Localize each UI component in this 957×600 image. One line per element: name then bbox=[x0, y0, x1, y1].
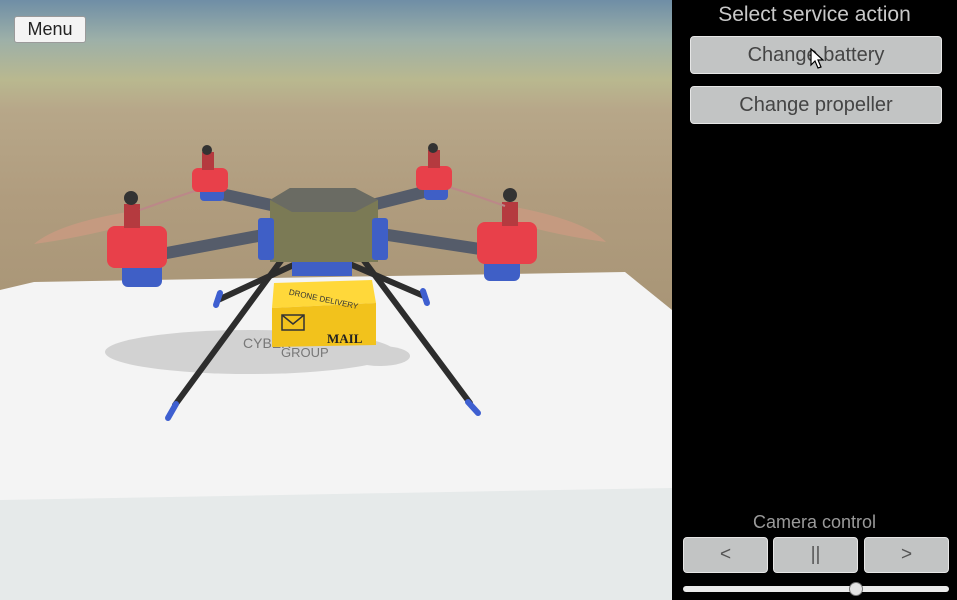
scene-viewport[interactable]: CYBER GROUP MAIL DRONE DELIVERY Menu bbox=[0, 0, 672, 600]
change-propeller-button[interactable]: Change propeller bbox=[690, 86, 942, 124]
camera-prev-button[interactable]: < bbox=[683, 537, 768, 573]
motor-front-right bbox=[444, 185, 606, 281]
motor-front-left bbox=[34, 187, 206, 287]
camera-slider[interactable] bbox=[683, 582, 949, 596]
drone-scene: CYBER GROUP MAIL DRONE DELIVERY bbox=[0, 143, 672, 600]
panel-title: Select service action bbox=[718, 3, 911, 26]
camera-pause-button[interactable]: || bbox=[773, 537, 858, 573]
floor-logo-line2: GROUP bbox=[281, 345, 329, 360]
camera-control-label: Camera control bbox=[752, 512, 877, 532]
service-panel: Select service action Change battery Cha… bbox=[672, 0, 957, 600]
menu-button[interactable]: Menu bbox=[14, 16, 86, 43]
camera-slider-thumb[interactable] bbox=[848, 582, 863, 596]
camera-next-button[interactable]: > bbox=[864, 537, 949, 573]
package-label: MAIL bbox=[327, 331, 363, 346]
mail-package: MAIL DRONE DELIVERY bbox=[272, 280, 376, 347]
mouse-cursor-icon bbox=[810, 48, 824, 69]
motor-back-left bbox=[192, 145, 228, 201]
